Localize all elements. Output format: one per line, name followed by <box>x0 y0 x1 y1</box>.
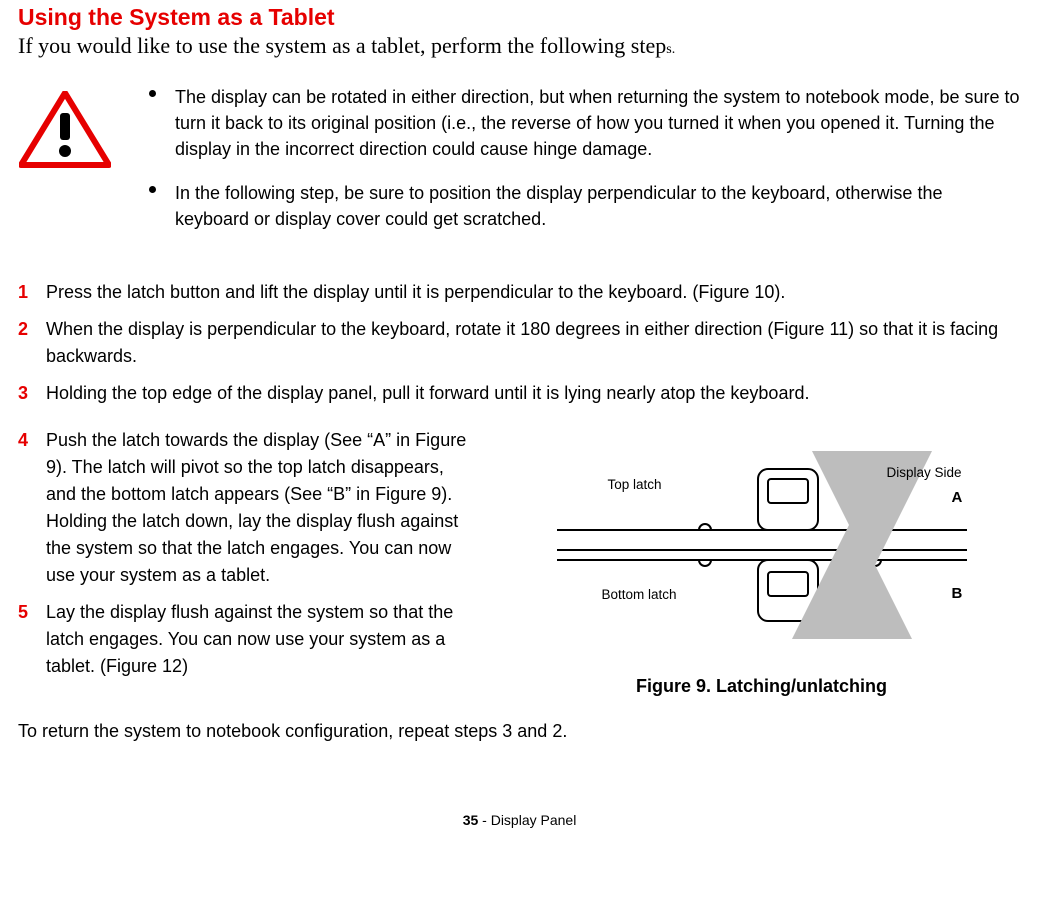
page-number: 35 <box>463 812 479 828</box>
section-heading: Using the System as a Tablet <box>18 4 1021 31</box>
diagram-label-b: B <box>952 585 963 602</box>
page-footer: 35 - Display Panel <box>18 812 1021 828</box>
caution-text: The display can be rotated in either dir… <box>175 87 1020 159</box>
caution-block: The display can be rotated in either dir… <box>18 83 1021 251</box>
split-section: 4 Push the latch towards the display (Se… <box>18 427 1021 697</box>
caution-list: The display can be rotated in either dir… <box>141 84 1020 232</box>
caution-item: The display can be rotated in either dir… <box>141 84 1020 162</box>
figure-caption: Figure 9. Latching/unlatching <box>502 676 1021 697</box>
bullet-dot-icon <box>149 186 156 193</box>
step-text: Lay the display flush against the system… <box>46 599 478 680</box>
step-number: 4 <box>18 427 46 454</box>
step-text: When the display is perpendicular to the… <box>46 316 1021 370</box>
return-note: To return the system to notebook configu… <box>18 721 1021 742</box>
footer-section-name: - Display Panel <box>478 812 576 828</box>
diagram-label-display-side: Display Side <box>887 465 962 480</box>
step-text: Press the latch button and lift the disp… <box>46 279 1021 306</box>
step-item: 2 When the display is perpendicular to t… <box>18 316 1021 370</box>
warning-icon <box>19 156 111 173</box>
step-text: Holding the top edge of the display pane… <box>46 380 1021 407</box>
step-text: Push the latch towards the display (See … <box>46 427 478 589</box>
diagram-label-top-latch: Top latch <box>608 477 662 492</box>
step-number: 3 <box>18 380 46 407</box>
steps-main-list: 1 Press the latch button and lift the di… <box>18 279 1021 407</box>
steps-side-list: 4 Push the latch towards the display (Se… <box>18 427 478 697</box>
diagram-label-a: A <box>952 489 963 506</box>
caution-text: In the following step, be sure to positi… <box>175 183 942 229</box>
diagram-label-bottom-latch: Bottom latch <box>602 587 677 602</box>
step-item: 4 Push the latch towards the display (Se… <box>18 427 478 589</box>
figure-9: Top latch Display Side A Bottom latch B … <box>502 427 1021 697</box>
step-number: 1 <box>18 279 46 306</box>
intro-text-suffix: s. <box>666 42 675 57</box>
latch-diagram: Top latch Display Side A Bottom latch B <box>522 437 1002 662</box>
intro-text-prefix: If you would like to use the system as a… <box>18 33 666 58</box>
step-item: 1 Press the latch button and lift the di… <box>18 279 1021 306</box>
intro-paragraph: If you would like to use the system as a… <box>18 33 1021 59</box>
step-item: 5 Lay the display flush against the syst… <box>18 599 478 680</box>
caution-item: In the following step, be sure to positi… <box>141 180 1020 232</box>
bullet-dot-icon <box>149 90 156 97</box>
step-number: 5 <box>18 599 46 626</box>
step-number: 2 <box>18 316 46 343</box>
step-item: 3 Holding the top edge of the display pa… <box>18 380 1021 407</box>
